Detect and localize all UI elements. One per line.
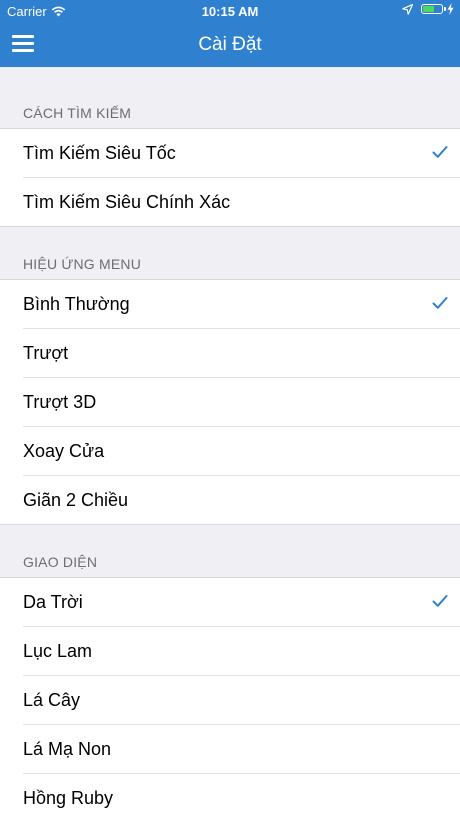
option-super-fast-search[interactable]: Tìm Kiếm Siêu Tốc (23, 129, 460, 178)
page-title: Cài Đặt (198, 34, 262, 55)
option-label: Trượt 3D (23, 392, 97, 412)
option-label: Lá Cây (23, 690, 81, 710)
battery-cap (444, 7, 446, 11)
battery-fill (423, 6, 434, 12)
option-slide-3d[interactable]: Trượt 3D (23, 378, 460, 427)
navigation-bar: Cài Đặt (0, 22, 460, 67)
option-slide[interactable]: Trượt (23, 329, 460, 378)
option-label: Lá Mạ Non (23, 739, 112, 759)
option-label: Lục Lam (23, 641, 93, 661)
section-header-search-mode: CÁCH TÌM KIẾM (0, 67, 460, 128)
option-label: Hồng Ruby (23, 788, 114, 808)
option-theme-ruby[interactable]: Hồng Ruby (23, 774, 460, 822)
option-rotate-door[interactable]: Xoay Cửa (23, 427, 460, 476)
group-search-mode: Tìm Kiếm Siêu Tốc Tìm Kiếm Siêu Chính Xá… (0, 128, 460, 227)
battery-icon (421, 4, 446, 14)
option-label: Da Trời (23, 592, 83, 612)
option-label: Trượt (23, 343, 69, 363)
option-super-precise-search[interactable]: Tìm Kiếm Siêu Chính Xác (23, 178, 460, 226)
option-stretch-2d[interactable]: Giãn 2 Chiều (23, 476, 460, 524)
status-bar: Carrier 10:15 AM (0, 0, 460, 22)
section-header-theme: GIAO DIỆN (0, 524, 460, 577)
option-label: Bình Thường (23, 294, 130, 314)
app-header: Carrier 10:15 AM Cài Đặt (0, 0, 460, 67)
section-header-label: GIAO DIỆN (23, 554, 98, 570)
option-theme-young-rice[interactable]: Lá Mạ Non (23, 725, 460, 774)
option-theme-teal[interactable]: Lục Lam (23, 627, 460, 676)
option-label: Tìm Kiếm Siêu Chính Xác (23, 192, 231, 212)
status-right (402, 3, 454, 15)
option-label: Giãn 2 Chiều (23, 490, 129, 510)
section-header-menu-effect: HIỆU ỨNG MENU (0, 227, 460, 279)
status-time: 10:15 AM (201, 4, 259, 19)
checkmark-icon (432, 146, 448, 158)
checkmark-icon (432, 595, 448, 607)
option-theme-leaf[interactable]: Lá Cây (23, 676, 460, 725)
option-theme-sky[interactable]: Da Trời (23, 578, 460, 627)
checkmark-icon (432, 297, 448, 309)
section-header-label: HIỆU ỨNG MENU (23, 256, 142, 272)
group-theme: Da Trời Lục Lam Lá Cây Lá Mạ Non Hồng Ru… (0, 577, 460, 822)
section-header-label: CÁCH TÌM KIẾM (23, 105, 132, 121)
option-label: Tìm Kiếm Siêu Tốc (23, 143, 176, 163)
option-label: Xoay Cửa (23, 441, 105, 461)
location-arrow-icon (402, 3, 413, 15)
charging-bolt-icon (447, 3, 454, 15)
option-normal[interactable]: Bình Thường (23, 280, 460, 329)
group-menu-effect: Bình Thường Trượt Trượt 3D Xoay Cửa Giãn… (0, 279, 460, 525)
